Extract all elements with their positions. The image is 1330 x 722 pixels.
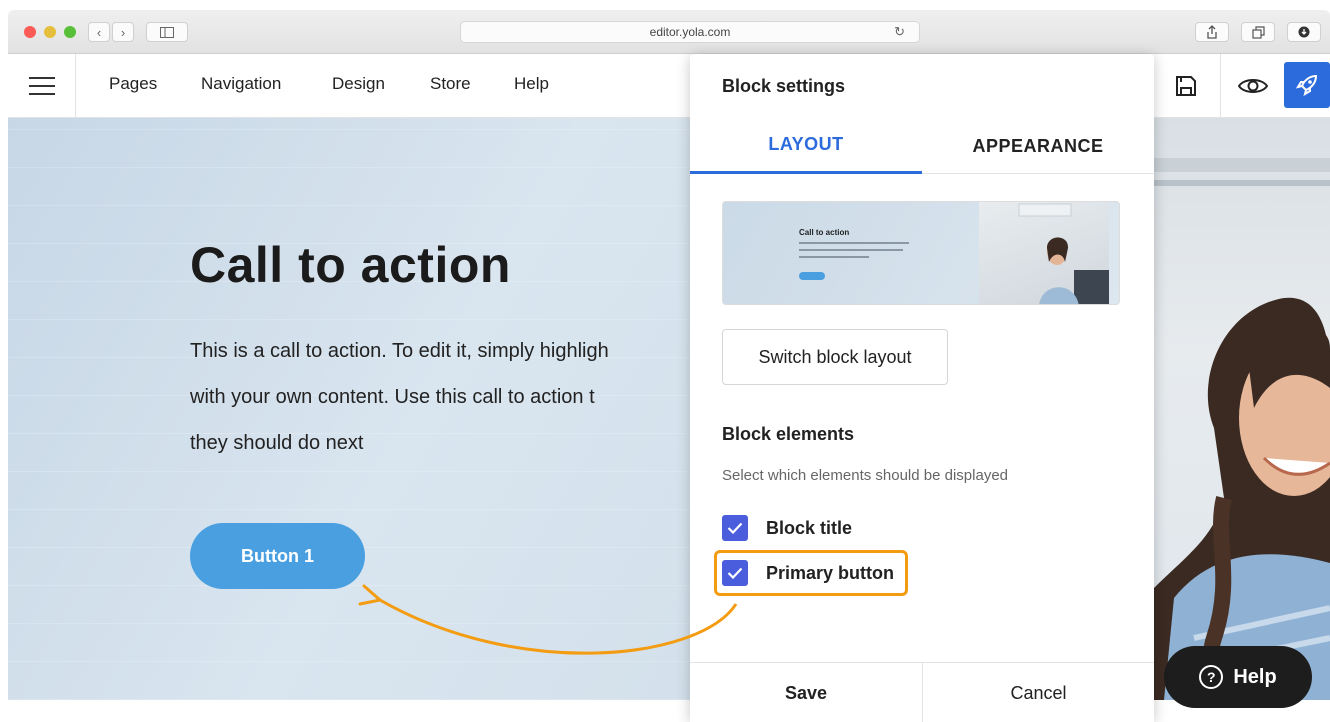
hero-text[interactable]: This is a call to action. To edit it, si… bbox=[190, 328, 710, 466]
tabs-button[interactable] bbox=[1241, 22, 1275, 42]
preview-button[interactable] bbox=[1220, 54, 1284, 117]
woman-photo bbox=[1154, 158, 1330, 700]
block-elements-subtitle: Select which elements should be displaye… bbox=[722, 467, 1009, 484]
layout-preview-thumbnail[interactable]: Call to action bbox=[722, 201, 1120, 305]
tabs-icon bbox=[1251, 25, 1265, 39]
panel-footer: Save Cancel bbox=[690, 662, 1154, 722]
panel-title: Block settings bbox=[722, 76, 846, 96]
tab-appearance[interactable]: APPEARANCE bbox=[922, 118, 1154, 174]
cancel-button[interactable]: Cancel bbox=[922, 663, 1154, 722]
sidebar-toggle-button[interactable] bbox=[146, 22, 188, 42]
tab-layout[interactable]: LAYOUT bbox=[690, 118, 922, 174]
rocket-icon bbox=[1295, 74, 1318, 97]
forward-button[interactable]: › bbox=[112, 22, 134, 42]
downloads-button[interactable] bbox=[1287, 22, 1321, 42]
primary-button-toggle[interactable]: Primary button bbox=[722, 558, 894, 588]
reload-icon[interactable]: ↻ bbox=[894, 24, 905, 40]
hero-title[interactable]: Call to action bbox=[190, 236, 511, 294]
check-icon bbox=[727, 567, 743, 579]
preview-text-lines bbox=[799, 242, 909, 263]
hero-primary-button[interactable]: Button 1 bbox=[190, 523, 365, 589]
block-elements-title: Block elements bbox=[722, 424, 855, 444]
save-button[interactable]: Save bbox=[690, 663, 922, 722]
save-icon bbox=[1176, 75, 1196, 96]
panel-tabs: LAYOUT APPEARANCE bbox=[690, 118, 1154, 174]
zoom-window-button[interactable] bbox=[64, 26, 76, 38]
close-window-button[interactable] bbox=[24, 26, 36, 38]
browser-chrome: ‹ › editor.yola.com ↻ bbox=[8, 10, 1330, 54]
block-title-label: Block title bbox=[766, 517, 853, 538]
primary-button-checkbox[interactable] bbox=[722, 560, 748, 586]
back-button[interactable]: ‹ bbox=[88, 22, 110, 42]
nav-help[interactable]: Help bbox=[514, 74, 549, 94]
hero-photo bbox=[1154, 118, 1330, 700]
check-icon bbox=[727, 522, 743, 534]
switch-block-layout-button[interactable]: Switch block layout bbox=[722, 329, 948, 385]
block-settings-panel: Block settings LAYOUT APPEARANCE Call to… bbox=[690, 54, 1154, 722]
nav-pages[interactable]: Pages bbox=[109, 74, 157, 94]
block-title-toggle[interactable]: Block title bbox=[722, 513, 852, 543]
share-button[interactable] bbox=[1195, 22, 1229, 42]
hero-text-line: with your own content. Use this call to … bbox=[190, 386, 595, 408]
help-button[interactable]: ? Help bbox=[1164, 646, 1312, 708]
sidebar-icon bbox=[160, 26, 174, 38]
hero-text-line: This is a call to action. To edit it, si… bbox=[190, 340, 609, 362]
nav-design[interactable]: Design bbox=[332, 74, 385, 94]
eye-icon bbox=[1237, 78, 1268, 93]
question-icon: ? bbox=[1199, 665, 1224, 689]
nav-navigation[interactable]: Navigation bbox=[201, 74, 281, 94]
preview-title: Call to action bbox=[799, 228, 850, 237]
download-icon bbox=[1298, 26, 1310, 38]
publish-button[interactable] bbox=[1284, 62, 1330, 108]
help-label: Help bbox=[1233, 665, 1277, 688]
save-page-button[interactable] bbox=[1154, 54, 1218, 117]
minimize-window-button[interactable] bbox=[44, 26, 56, 38]
preview-photo bbox=[979, 202, 1109, 304]
primary-button-label: Primary button bbox=[766, 562, 895, 583]
nav-store[interactable]: Store bbox=[430, 74, 471, 94]
url-text: editor.yola.com bbox=[649, 25, 731, 39]
hero-text-line: they should do next bbox=[190, 432, 364, 454]
hamburger-icon bbox=[28, 76, 55, 95]
preview-button bbox=[799, 272, 825, 280]
menu-button[interactable] bbox=[8, 54, 76, 117]
share-icon bbox=[1207, 25, 1217, 39]
block-title-checkbox[interactable] bbox=[722, 515, 748, 541]
address-bar[interactable]: editor.yola.com ↻ bbox=[460, 21, 920, 43]
